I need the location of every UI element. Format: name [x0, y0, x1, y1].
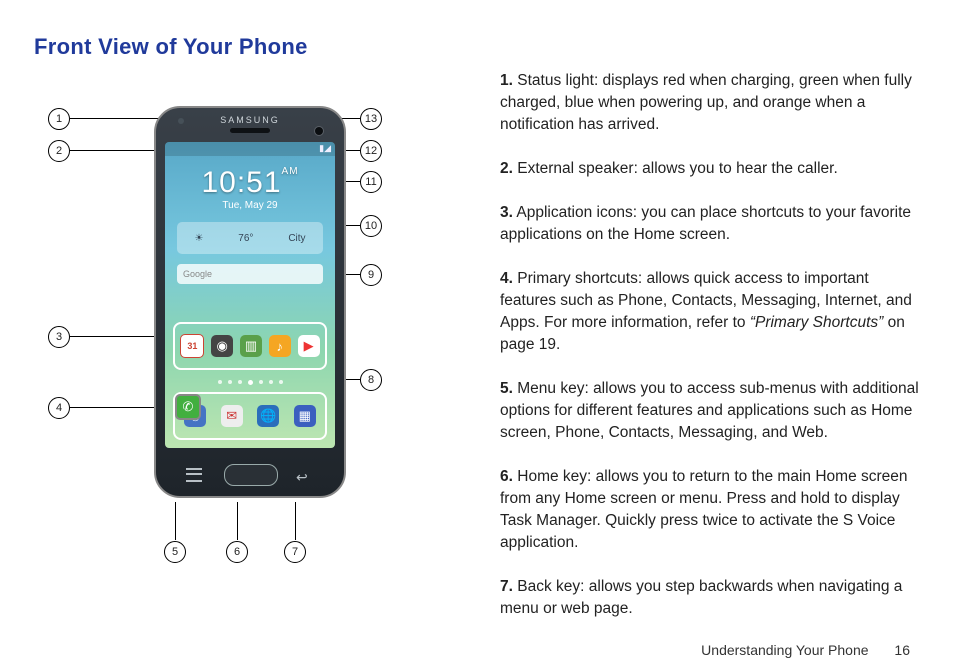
item-number: 4. — [500, 270, 513, 287]
list-item: 6. Home key: allows you to return to the… — [500, 466, 920, 554]
phone-icon: ✆ — [175, 394, 201, 420]
lead-6 — [237, 502, 238, 540]
home-key — [224, 464, 278, 486]
page-indicator — [165, 380, 335, 386]
item-number: 7. — [500, 578, 513, 595]
item-term: Status light — [517, 72, 594, 89]
phone-diagram: 1 2 3 4 5 6 7 13 12 11 10 9 8 SAMSUNG — [34, 104, 444, 604]
sun-icon: ☀ — [194, 233, 203, 244]
primary-shortcuts-row: ✆ ☺ ✉ 🌐 ▦ — [173, 392, 327, 440]
item-number: 3. — [500, 204, 513, 221]
footer-section: Understanding Your Phone — [701, 642, 868, 658]
status-bar: ▮◢ — [165, 142, 335, 156]
status-light — [178, 118, 184, 124]
callout-11: 11 — [360, 171, 382, 193]
music-icon: ♪ — [269, 335, 291, 357]
item-number: 2. — [500, 160, 513, 177]
callout-10: 10 — [360, 215, 382, 237]
callout-8: 8 — [360, 369, 382, 391]
phone-illustration: SAMSUNG ▮◢ 10:51AM Tue, May 29 ☀ 76° Cit… — [154, 106, 342, 496]
date-label: Tue, May 29 — [165, 200, 335, 211]
list-item: 1. Status light: displays red when charg… — [500, 70, 920, 136]
lead-4 — [70, 407, 162, 408]
brand-label: SAMSUNG — [156, 115, 344, 125]
list-item: 2. External speaker: allows you to hear … — [500, 158, 920, 180]
weather-temp: 76° — [238, 233, 253, 244]
messaging-icon: ✉ — [221, 405, 243, 427]
internet-icon: 🌐 — [257, 405, 279, 427]
item-term: External speaker — [517, 160, 633, 177]
item-ref: “Primary Shortcuts” — [750, 314, 884, 331]
clock-ampm: AM — [282, 166, 299, 177]
calendar-icon: 31 — [180, 334, 204, 358]
weather-widget: ☀ 76° City — [177, 222, 323, 254]
lead-5 — [175, 502, 176, 540]
callout-5: 5 — [164, 541, 186, 563]
description-list: 1. Status light: displays red when charg… — [500, 70, 920, 620]
item-number: 1. — [500, 72, 513, 89]
page-heading: Front View of Your Phone — [34, 34, 954, 60]
callout-9: 9 — [360, 264, 382, 286]
callout-7: 7 — [284, 541, 306, 563]
back-key: ↩ — [296, 470, 314, 484]
menu-key — [186, 468, 202, 482]
item-term: Home key — [517, 468, 587, 485]
callout-6: 6 — [226, 541, 248, 563]
list-item: 4. Primary shortcuts: allows quick acces… — [500, 268, 920, 356]
item-term: Menu key — [517, 380, 584, 397]
item-desc: : allows you to hear the caller. — [634, 160, 838, 177]
app-icon-row: 31 ◉ ▥ ♪ ▶ — [173, 322, 327, 370]
manual-page: Front View of Your Phone 1 2 3 4 5 6 7 1… — [0, 34, 954, 670]
page-footer: Understanding Your Phone 16 — [701, 642, 910, 658]
item-term: Back key — [517, 578, 580, 595]
camera-icon: ◉ — [211, 335, 233, 357]
clock-widget: 10:51AM — [165, 166, 335, 200]
lead-2 — [70, 150, 162, 151]
lead-3 — [70, 336, 162, 337]
weather-city: City — [288, 233, 305, 244]
front-camera — [314, 126, 324, 136]
phone-body: SAMSUNG ▮◢ 10:51AM Tue, May 29 ☀ 76° Cit… — [154, 106, 346, 498]
list-item: 5. Menu key: allows you to access sub-me… — [500, 378, 920, 444]
item-number: 5. — [500, 380, 513, 397]
list-item: 7. Back key: allows you step backwards w… — [500, 576, 920, 620]
clock-time: 10:51 — [201, 166, 281, 199]
status-icons: ▮◢ — [319, 143, 331, 154]
callout-12: 12 — [360, 140, 382, 162]
item-number: 6. — [500, 468, 513, 485]
books-icon: ▥ — [240, 335, 262, 357]
apps-icon: ▦ — [294, 405, 316, 427]
earpiece-speaker — [230, 128, 270, 133]
play-store-icon: ▶ — [298, 335, 320, 357]
callout-13: 13 — [360, 108, 382, 130]
screen: ▮◢ 10:51AM Tue, May 29 ☀ 76° City Google… — [165, 142, 335, 448]
google-search-bar: Google — [177, 264, 323, 284]
callout-2: 2 — [48, 140, 70, 162]
lead-7 — [295, 502, 296, 540]
item-term: Primary shortcuts — [517, 270, 638, 287]
callout-3: 3 — [48, 326, 70, 348]
item-term: Application icons — [516, 204, 632, 221]
callout-4: 4 — [48, 397, 70, 419]
callout-1: 1 — [48, 108, 70, 130]
list-item: 3. Application icons: you can place shor… — [500, 202, 920, 246]
footer-page-number: 16 — [894, 642, 910, 658]
